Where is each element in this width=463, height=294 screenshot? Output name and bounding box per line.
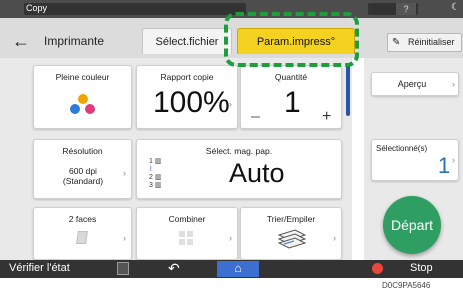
pencil-icon: ✎: [392, 37, 401, 48]
selected-label: Sélectionné(s): [376, 144, 428, 153]
chevron-right-icon: ›: [123, 168, 126, 178]
duplex-page-icon: [76, 231, 88, 244]
chevron-right-icon: ›: [229, 99, 232, 109]
tray-list: 1 ▥ ⌇ 2 ▥ 3 ▥: [149, 158, 161, 190]
quantity-plus-button[interactable]: +: [322, 108, 331, 126]
tray-2-label: 2: [149, 174, 153, 181]
check-status-button[interactable]: Vérifier l'état: [9, 262, 70, 274]
color-mode-title: Pleine couleur: [55, 72, 110, 82]
status-bar-title-area: [24, 3, 246, 15]
return-icon[interactable]: ↶: [168, 260, 180, 277]
home-icon: ⌂: [234, 261, 242, 275]
quantity-minus-button[interactable]: –: [251, 108, 260, 126]
cyan-dot: [70, 104, 80, 114]
combine-grid-icon: [179, 231, 193, 245]
duplex-title: 2 faces: [68, 214, 97, 224]
stop-button[interactable]: Stop: [410, 262, 433, 274]
chevron-right-icon: ›: [123, 233, 126, 243]
job-list-icon[interactable]: [117, 262, 129, 275]
status-bar-title: Copy: [26, 3, 48, 13]
tab-file-select[interactable]: Sélect.fichier: [142, 28, 232, 54]
preview-button[interactable]: Aperçu ›: [371, 72, 459, 96]
figure-code: D0C9PA5646: [382, 281, 431, 290]
chevron-right-icon: ›: [452, 155, 455, 165]
system-bar: Vérifier l'état ↶ ⌂ Stop: [0, 260, 463, 278]
duplex-card[interactable]: 2 faces ›: [33, 207, 132, 260]
tray-1: 1 ▥ ⌇: [149, 158, 162, 173]
sort-title: Trier/Empiler: [266, 214, 316, 224]
chevron-right-icon: ›: [452, 79, 455, 89]
paper-tray-card[interactable]: Sélect. mag. pap. 1 ▥ ⌇ 2 ▥ 3 ▥ Auto: [136, 139, 342, 199]
combine-card[interactable]: Combiner ›: [136, 207, 238, 260]
page-title: Imprimante: [44, 34, 105, 48]
reset-button[interactable]: ✎ Réinitialiser: [387, 33, 462, 52]
resolution-value: 600 dpi (Standard): [48, 166, 118, 186]
quantity-title: Quantité: [274, 72, 308, 82]
highlight-frame: [224, 12, 359, 67]
resolution-value-line2: (Standard): [62, 176, 104, 186]
copy-ratio-value: 100%: [153, 86, 230, 119]
stop-icon: [372, 263, 383, 274]
magenta-dot: [85, 104, 95, 114]
resolution-value-line1: 600 dpi: [69, 166, 97, 176]
combine-title: Combiner: [168, 214, 206, 224]
copy-ratio-title: Rapport copie: [160, 72, 214, 82]
paper-tray-value: Auto: [229, 158, 285, 188]
yellow-dot: [78, 94, 88, 104]
chevron-right-icon: ›: [333, 233, 336, 243]
quantity-value: 1: [284, 86, 301, 119]
tray-2: 2 ▥: [149, 174, 162, 181]
color-mode-card[interactable]: Pleine couleur: [33, 65, 132, 129]
back-button[interactable]: ←: [6, 30, 36, 54]
home-button[interactable]: ⌂: [217, 261, 259, 277]
energy-saver-icon[interactable]: ☾: [451, 2, 460, 13]
selected-count-value: 1: [438, 153, 451, 178]
scroll-indicator[interactable]: [346, 64, 350, 116]
chevron-right-icon: ›: [229, 233, 232, 243]
sort-stack-icon: [277, 229, 307, 249]
selected-count-button[interactable]: Sélectionné(s) 1 ›: [371, 139, 459, 181]
sort-card[interactable]: Trier/Empiler ›: [240, 207, 342, 260]
tray-3: 3 ▥: [149, 182, 162, 189]
start-button[interactable]: Départ: [383, 196, 441, 254]
resolution-title: Résolution: [62, 146, 103, 156]
resolution-card[interactable]: Résolution 600 dpi (Standard) ›: [33, 139, 132, 199]
quantity-card[interactable]: Quantité 1 – +: [240, 65, 342, 129]
tray-3-label: 3: [149, 182, 153, 189]
paper-tray-title: Sélect. mag. pap.: [205, 146, 273, 156]
help-icon[interactable]: ?: [396, 3, 416, 15]
copy-ratio-card[interactable]: Rapport copie 100% ›: [136, 65, 238, 129]
reset-label: Réinitialiser: [408, 37, 455, 47]
printer-screen: Copy ? ☾ ← Imprimante Sélect.fichier Par…: [0, 0, 463, 294]
tray-1-label: 1: [149, 158, 153, 165]
preview-label: Aperçu: [397, 79, 427, 89]
color-dots-icon: [70, 94, 96, 118]
